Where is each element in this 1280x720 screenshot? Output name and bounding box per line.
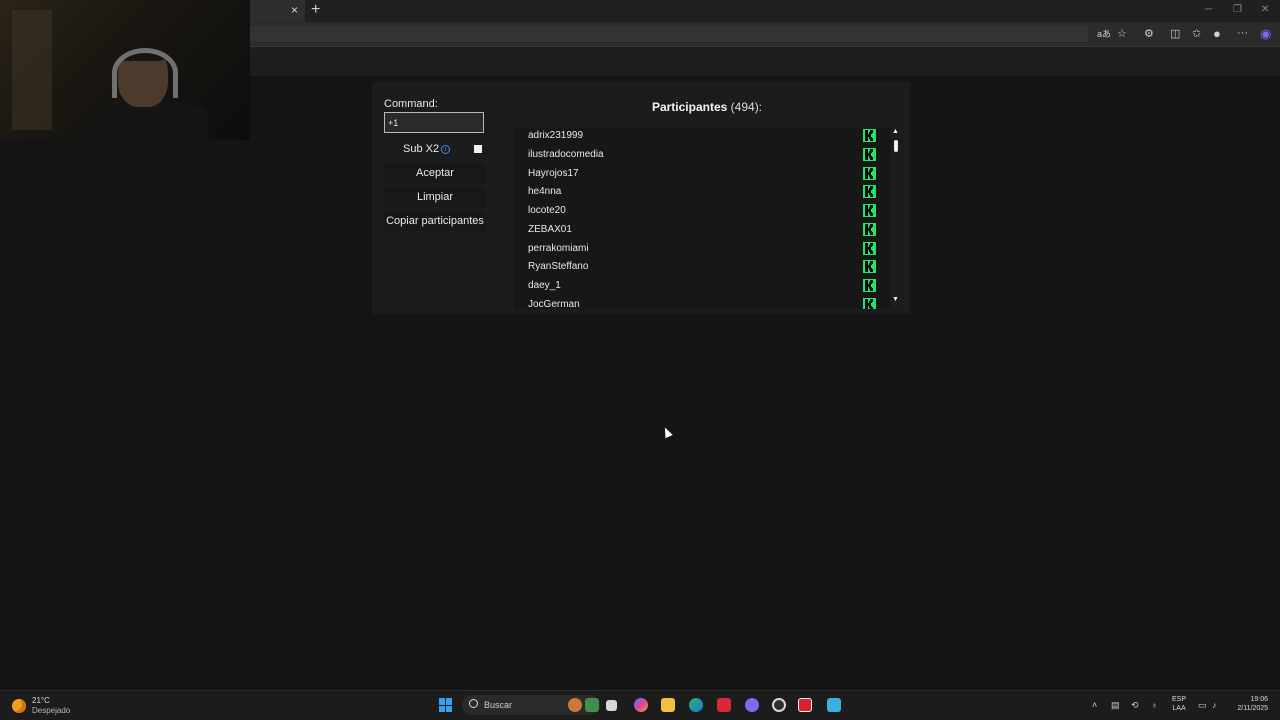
read-aloud-icon[interactable]: aあ — [1097, 27, 1111, 40]
participant-row[interactable]: adrix231999 — [514, 127, 891, 145]
participant-name: ZEBAX01 — [528, 223, 572, 235]
clock-date: 2/11/2025 — [1237, 705, 1268, 712]
info-icon[interactable]: i — [441, 145, 450, 154]
participant-name: daey_1 — [528, 280, 561, 291]
tray-app-icon[interactable]: ▤ — [1111, 700, 1120, 711]
task-view-icon[interactable] — [606, 700, 617, 711]
command-input[interactable] — [384, 112, 484, 133]
new-tab-button[interactable]: + — [311, 1, 320, 19]
profile-icon[interactable]: ● — [1213, 26, 1221, 41]
participant-row[interactable]: ZEBAX01 — [514, 221, 891, 239]
participants-list[interactable]: adrix231999 ilustradocomedia Hayrojos17 he4… — [514, 127, 891, 309]
participant-name: locote20 — [528, 205, 566, 216]
lang-top: ESP — [1172, 696, 1187, 703]
minimize-button[interactable]: ─ — [1205, 4, 1212, 15]
sub-x2-label: Sub X2 — [403, 143, 440, 155]
capcut-icon[interactable] — [798, 698, 812, 712]
participant-name: Hayrojos17 — [528, 167, 579, 179]
participants-title-text: Participantes — [651, 100, 728, 114]
participant-name: adrix231999 — [528, 130, 584, 141]
edge-icon[interactable] — [689, 698, 703, 712]
kick-icon — [863, 222, 876, 236]
volume-icon[interactable]: ♪ — [1212, 700, 1217, 710]
kick-icon — [863, 166, 876, 180]
address-field[interactable] — [250, 26, 1088, 42]
windows-start-icon[interactable] — [439, 698, 453, 712]
participant-name: RyanSteffano — [528, 261, 589, 273]
participants-title: Participantes (494): — [510, 100, 904, 114]
clock-time: 19:06 — [1250, 696, 1268, 703]
kick-icon — [863, 279, 876, 292]
file-explorer-icon[interactable] — [661, 698, 675, 712]
kick-icon — [863, 297, 876, 309]
tray-chevron-icon[interactable]: ˄ — [1092, 700, 1097, 710]
participant-row[interactable]: daey_1 — [514, 277, 891, 295]
restore-button[interactable]: ❐ — [1233, 4, 1242, 15]
moon-icon[interactable] — [12, 699, 26, 713]
star-icon[interactable]: ☆ — [1117, 27, 1127, 40]
kick-icon — [863, 129, 876, 142]
clock[interactable]: 19:06 2/11/2025 — [1230, 695, 1268, 713]
participant-name: he4nna — [528, 186, 562, 198]
weather-desc[interactable]: Despejado — [32, 706, 70, 715]
close-window-button[interactable]: ✕ — [1261, 4, 1269, 15]
menu-icon[interactable]: ··· — [1237, 27, 1248, 39]
webcam-background — [12, 10, 52, 130]
lang-bottom: LAA — [1172, 705, 1186, 712]
participant-row[interactable]: perrakomiami — [514, 240, 891, 258]
participant-name: ilustradocomedia — [528, 148, 604, 160]
scroll-down-arrow[interactable]: ▼ — [892, 296, 899, 303]
participant-name: JocGerman — [528, 298, 580, 309]
sub-x2-row: Sub X2 i — [384, 142, 486, 156]
kick-icon — [863, 147, 876, 161]
participant-row[interactable]: RyanSteffano — [514, 258, 891, 276]
extensions-icon[interactable]: ⚙ — [1144, 27, 1154, 40]
headset-icon — [112, 48, 178, 98]
split-screen-icon[interactable]: ◫ — [1170, 27, 1180, 40]
sub-x2-checkbox[interactable] — [474, 145, 482, 153]
kick-icon — [863, 204, 876, 217]
wps-icon[interactable] — [717, 698, 731, 712]
participant-row[interactable]: JocGerman — [514, 296, 891, 309]
widget-icon[interactable] — [568, 698, 582, 712]
microphone-icon[interactable]: ♁ — [1151, 700, 1158, 710]
search-icon — [469, 699, 478, 708]
accept-button[interactable]: Aceptar — [384, 163, 486, 183]
kick-icon — [863, 185, 876, 199]
kick-icon — [863, 260, 876, 274]
copilot-icon[interactable]: ◉ — [1260, 26, 1271, 42]
language-indicator[interactable]: ESP LAA — [1172, 695, 1186, 713]
kick-icon — [863, 241, 876, 255]
scroll-up-arrow[interactable]: ▲ — [892, 128, 899, 135]
discord-icon[interactable] — [745, 698, 759, 712]
command-label: Command: — [384, 98, 438, 110]
webcam-overlay — [0, 0, 250, 140]
copilot-app-icon[interactable] — [634, 698, 648, 712]
participant-row[interactable]: locote20 — [514, 202, 891, 220]
notepad-icon[interactable] — [827, 698, 841, 712]
favorites-icon[interactable]: ✩ — [1192, 27, 1201, 40]
participant-name: perrakomiami — [528, 242, 589, 254]
participant-row[interactable]: ilustradocomedia — [514, 146, 891, 164]
search-placeholder: Buscar — [484, 700, 513, 710]
scrollbar-thumb[interactable] — [894, 140, 898, 152]
participant-row[interactable]: he4nna — [514, 183, 891, 201]
participant-row[interactable]: Hayrojos17 — [514, 165, 891, 183]
tray-sync-icon[interactable]: ⟲ — [1131, 700, 1139, 711]
obs-icon[interactable] — [772, 698, 786, 712]
copy-participants-button[interactable]: Copiar participantes — [384, 211, 486, 231]
weather-temp[interactable]: 21°C — [32, 696, 50, 705]
widget-game-icon[interactable] — [585, 698, 599, 712]
participants-count: (494): — [730, 100, 763, 114]
network-icon[interactable]: ▭ — [1198, 700, 1207, 711]
clear-button[interactable]: Limpiar — [384, 187, 486, 207]
tab-close-icon[interactable]: × — [291, 3, 298, 17]
